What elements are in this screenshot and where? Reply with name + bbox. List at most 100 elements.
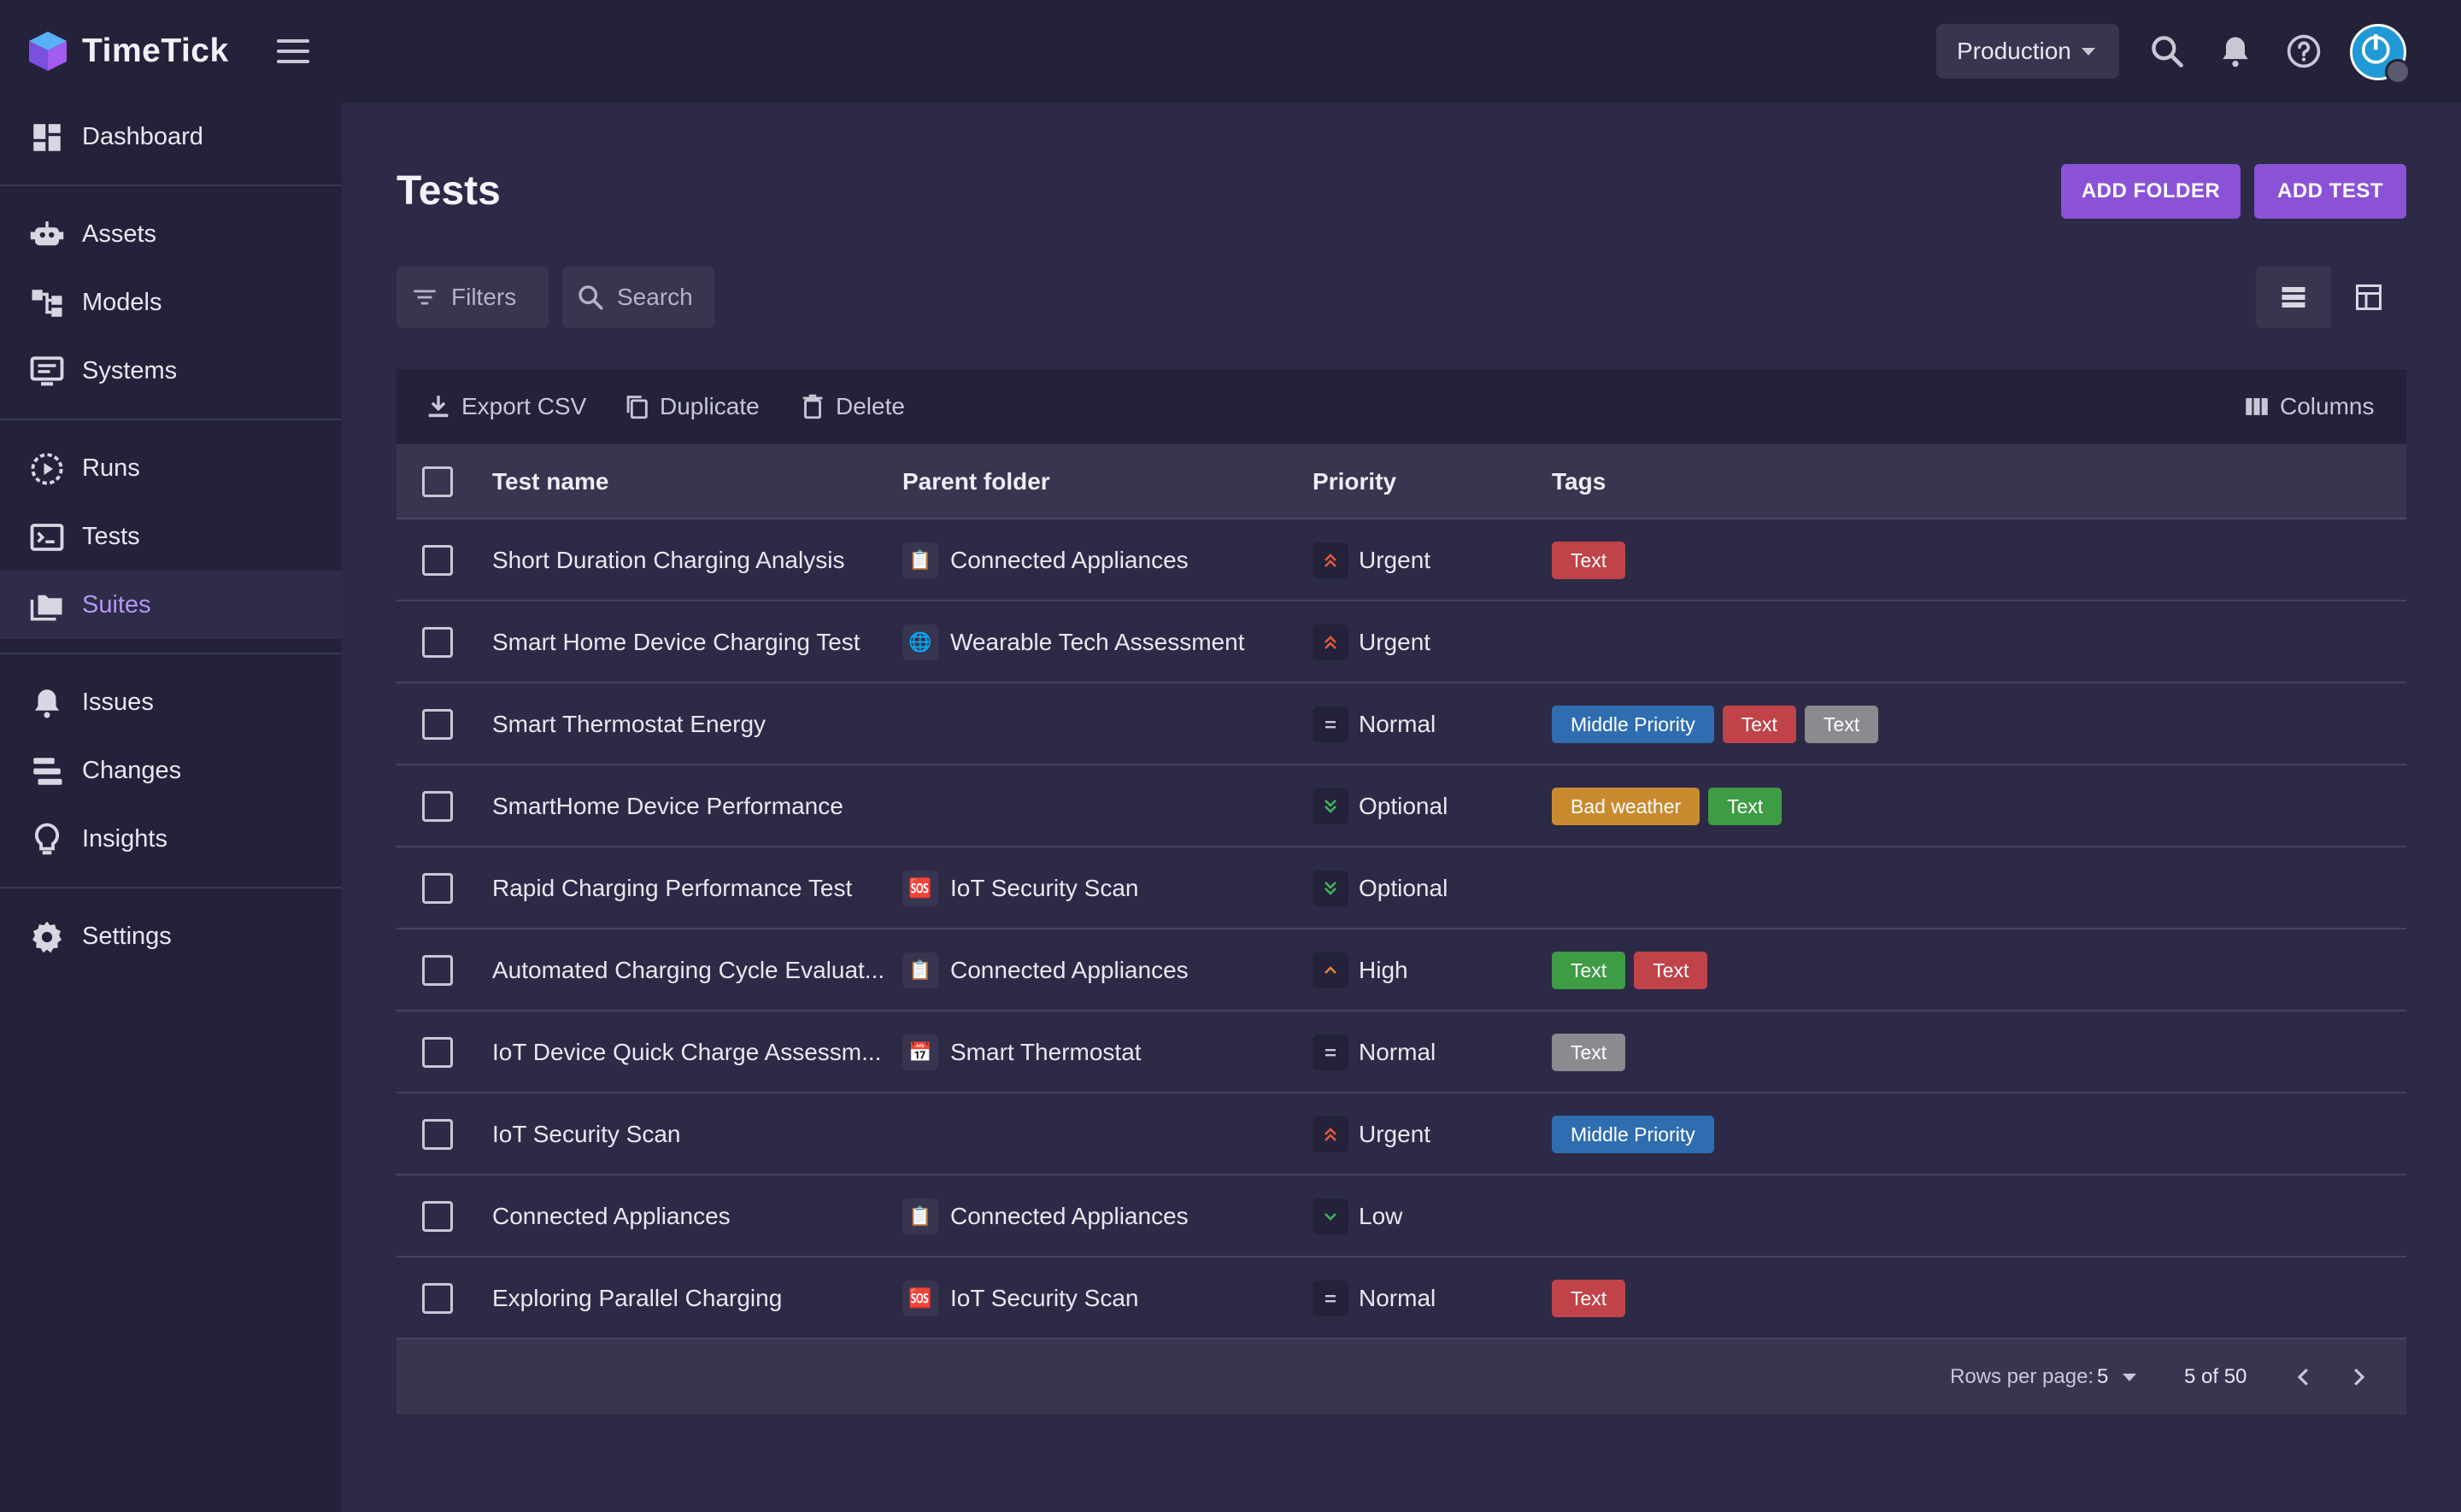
parent-folder-cell[interactable]: 🆘 IoT Security Scan xyxy=(902,847,1138,929)
test-name-cell[interactable]: IoT Security Scan xyxy=(492,1093,680,1175)
table-row[interactable]: Smart Thermostat Energy Normal Middle Prio… xyxy=(396,683,2406,765)
app-logo[interactable]: TimeTick xyxy=(27,30,229,73)
test-name-cell[interactable]: Short Duration Charging Analysis xyxy=(492,519,844,601)
caret-down-icon[interactable] xyxy=(2123,1374,2136,1381)
row-checkbox[interactable] xyxy=(422,709,453,740)
add-folder-button[interactable]: ADD FOLDER xyxy=(2061,164,2241,219)
parent-folder-cell[interactable]: 🆘 IoT Security Scan xyxy=(902,1257,1138,1339)
row-checkbox[interactable] xyxy=(422,1283,453,1314)
sidebar-divider xyxy=(0,419,342,420)
priority-cell: Urgent xyxy=(1313,519,1430,601)
help-icon[interactable] xyxy=(2283,31,2324,72)
bell-icon xyxy=(35,689,59,718)
sidebar-item-dashboard[interactable]: Dashboard xyxy=(0,103,342,171)
tag-chip[interactable]: Middle Priority xyxy=(1552,1116,1714,1153)
row-checkbox[interactable] xyxy=(422,1201,453,1232)
row-checkbox[interactable] xyxy=(422,627,453,658)
tag-chip[interactable]: Text xyxy=(1552,1034,1626,1071)
priority-label: Optional xyxy=(1359,793,1448,819)
row-checkbox[interactable] xyxy=(422,1119,453,1150)
tag-chip[interactable]: Text xyxy=(1634,952,1708,989)
priority-normal-icon xyxy=(1313,706,1348,742)
row-checkbox[interactable] xyxy=(422,545,453,576)
add-test-button[interactable]: ADD TEST xyxy=(2254,164,2406,219)
parent-folder-cell[interactable]: 📋 Connected Appliances xyxy=(902,519,1189,601)
environment-value: Production xyxy=(1957,38,2071,64)
user-avatar[interactable] xyxy=(2350,24,2411,85)
table-row[interactable]: Short Duration Charging Analysis 📋 Connect… xyxy=(396,519,2406,601)
column-header-parent-folder[interactable]: Parent folder xyxy=(902,444,1050,519)
row-checkbox[interactable] xyxy=(422,955,453,986)
row-checkbox[interactable] xyxy=(422,791,453,822)
page-title: Tests xyxy=(396,168,501,214)
hamburger-menu-icon[interactable] xyxy=(275,34,311,68)
priority-label: Optional xyxy=(1359,875,1448,901)
list-view-icon[interactable] xyxy=(2256,267,2331,328)
column-header-test-name[interactable]: Test name xyxy=(492,444,608,519)
table-view-icon[interactable] xyxy=(2331,267,2406,328)
table-row[interactable]: Exploring Parallel Charging 🆘 IoT Security… xyxy=(396,1257,2406,1339)
row-checkbox[interactable] xyxy=(422,873,453,904)
tag-chip[interactable]: Text xyxy=(1552,542,1626,579)
tag-chip[interactable]: Bad weather xyxy=(1552,788,1700,825)
test-name-cell[interactable]: SmartHome Device Performance xyxy=(492,765,843,847)
search-icon[interactable] xyxy=(2147,31,2188,72)
next-page-icon[interactable] xyxy=(2341,1360,2376,1394)
table-row[interactable]: SmartHome Device Performance Optional Bad … xyxy=(396,765,2406,847)
tag-chip[interactable]: Text xyxy=(1722,706,1796,743)
search-field[interactable]: Search xyxy=(562,267,714,328)
tag-chip[interactable]: Text xyxy=(1708,788,1783,825)
priority-cell: Optional xyxy=(1313,765,1448,847)
parent-folder-cell[interactable]: 📋 Connected Appliances xyxy=(902,1175,1189,1257)
tag-chip[interactable]: Text xyxy=(1552,1280,1626,1317)
test-name-cell[interactable]: Exploring Parallel Charging xyxy=(492,1257,782,1339)
parent-folder-label: Smart Thermostat xyxy=(950,1039,1142,1065)
parent-folder-cell[interactable]: 📅 Smart Thermostat xyxy=(902,1011,1142,1093)
sidebar-item-systems[interactable]: Systems xyxy=(0,337,342,405)
table-row[interactable]: Rapid Charging Performance Test 🆘 IoT Secu… xyxy=(396,847,2406,929)
table-row[interactable]: Connected Appliances 📋 Connected Appliance… xyxy=(396,1175,2406,1257)
parent-folder-cell[interactable]: 🌐 Wearable Tech Assessment xyxy=(902,601,1244,683)
filters-button[interactable]: Filters xyxy=(396,267,549,328)
sidebar-divider xyxy=(0,653,342,654)
priority-label: Urgent xyxy=(1359,629,1431,655)
sidebar-item-runs[interactable]: Runs xyxy=(0,434,342,502)
tag-chip[interactable]: Middle Priority xyxy=(1552,706,1714,743)
sidebar-item-assets[interactable]: Assets xyxy=(0,200,342,268)
sidebar-item-insights[interactable]: Insights xyxy=(0,805,342,873)
priority-label: High xyxy=(1359,957,1408,983)
duplicate-button[interactable]: Duplicate xyxy=(622,386,760,427)
test-name-cell[interactable]: Smart Thermostat Energy xyxy=(492,683,766,765)
tag-chip[interactable]: Text xyxy=(1552,952,1626,989)
test-name-cell[interactable]: Connected Appliances xyxy=(492,1175,731,1257)
test-name-cell[interactable]: IoT Device Quick Charge Assessm... xyxy=(492,1011,881,1093)
sidebar-item-suites[interactable]: Suites xyxy=(0,571,342,639)
export-csv-button[interactable]: Export CSV xyxy=(424,386,586,427)
table-row[interactable]: Smart Home Device Charging Test 🌐 Wearable… xyxy=(396,601,2406,683)
test-name-cell[interactable]: Rapid Charging Performance Test xyxy=(492,847,852,929)
priority-label: Urgent xyxy=(1359,1121,1431,1147)
sidebar-item-models[interactable]: Models xyxy=(0,268,342,337)
notifications-bell-icon[interactable] xyxy=(2215,31,2256,72)
row-checkbox[interactable] xyxy=(422,1037,453,1068)
column-header-priority[interactable]: Priority xyxy=(1313,444,1396,519)
sidebar-item-issues[interactable]: Issues xyxy=(0,668,342,736)
table-row[interactable]: Automated Charging Cycle Evaluat... 📋 Conn… xyxy=(396,929,2406,1011)
sidebar-item-tests[interactable]: Tests xyxy=(0,502,342,571)
clipboard-icon: 📋 xyxy=(902,1198,938,1234)
rows-per-page-select[interactable]: 5 xyxy=(2097,1339,2108,1415)
test-name-cell[interactable]: Automated Charging Cycle Evaluat... xyxy=(492,929,884,1011)
delete-button[interactable]: Delete xyxy=(798,386,905,427)
select-all-checkbox[interactable] xyxy=(422,466,453,497)
parent-folder-cell[interactable]: 📋 Connected Appliances xyxy=(902,929,1189,1011)
test-name-cell[interactable]: Smart Home Device Charging Test xyxy=(492,601,860,683)
sidebar-item-changes[interactable]: Changes xyxy=(0,736,342,805)
tag-chip[interactable]: Text xyxy=(1804,706,1879,743)
columns-button[interactable]: Columns xyxy=(2242,386,2374,427)
table-row[interactable]: IoT Device Quick Charge Assessm... 📅 Smart… xyxy=(396,1011,2406,1093)
sidebar-item-settings[interactable]: Settings xyxy=(0,902,342,970)
previous-page-icon[interactable] xyxy=(2287,1360,2321,1394)
table-row[interactable]: IoT Security Scan Urgent Middle Priority xyxy=(396,1093,2406,1175)
environment-select[interactable]: Production xyxy=(1936,24,2119,79)
column-header-tags[interactable]: Tags xyxy=(1552,444,1606,519)
